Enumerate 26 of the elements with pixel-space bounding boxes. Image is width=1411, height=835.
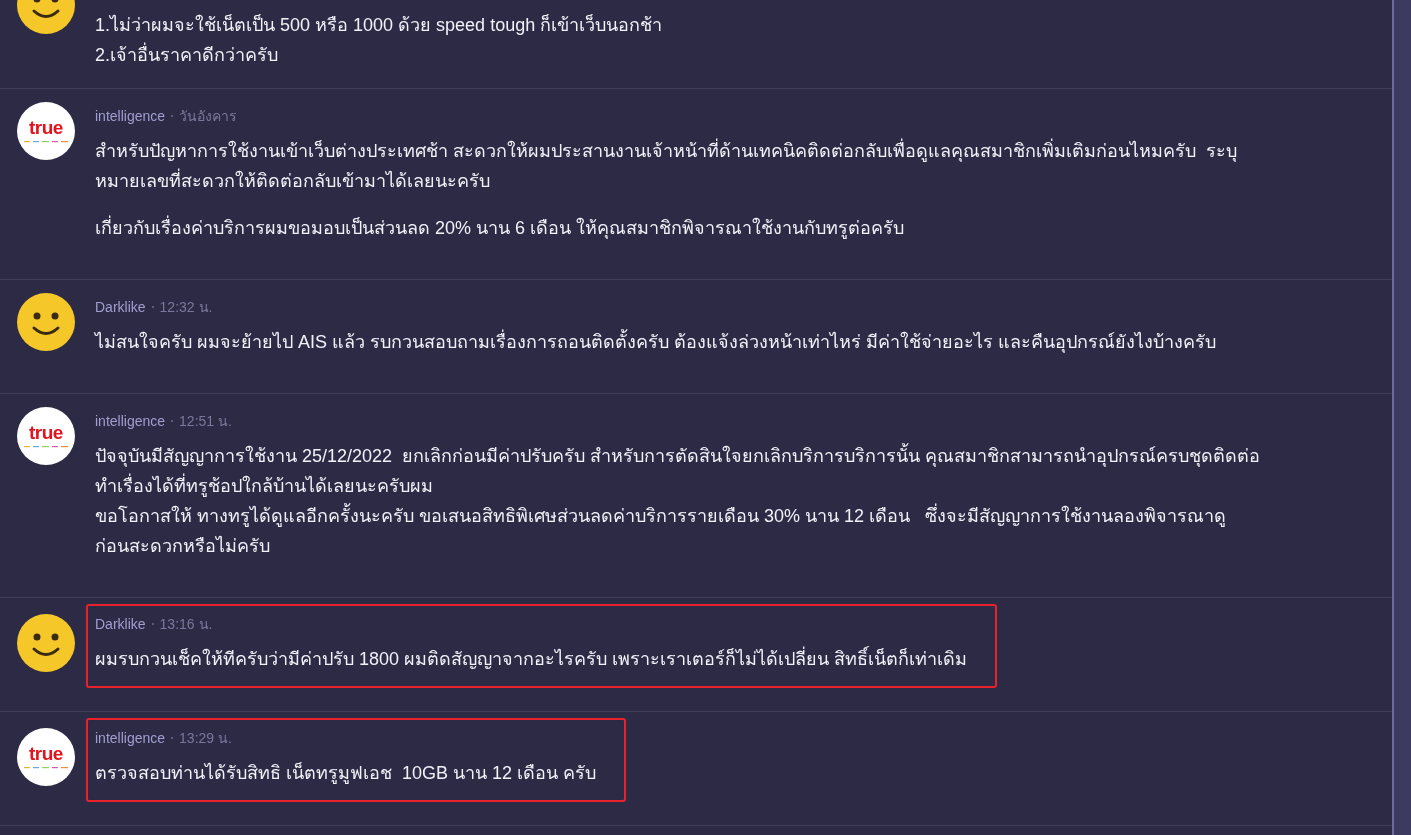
message-text: สำหรับปัญหาการใช้งานเข้าเว็บต่างประเทศช้า สะดวกให้ผมประสานงานเจ้าหน้าที่ด้านเทคนิคติดต่อกลับเพื่อดูแลคุณสมาชิกเพิ่มเติมก่อนไหมครับ ระบุ หมายเลขที่สะดวกให้ติดต่อกลับเข้ามาได้เลยนะครับ [95, 136, 1237, 196]
post-time: 13:29 น. [179, 729, 232, 748]
message-text: ปัจจุบันมีสัญญาการใช้งาน 25/12/2022 ยกเลิกก่อนมีค่าปรับครับ สำหรับการตัดสินใจยกเลิกบริการบริการนั้น คุณสมาชิกสามารถนำอุปกรณ์ครบชุดติดต่อ ทำเรื่องได้ที่ทรูช้อปใกล้บ้านได้เลยนะครับผม ขอโอกาสให้ ทางทรูได้ดูแลอีกครั้งนะครับ ขอเสนอสิทธิพิเศษส่วนลดค่าบริการรายเดือน 30% นาน 12 เดือน ซึ่งจะมีสัญญาการใช้งานลองพิจารณาดู ก่อนสะดวกหรือไม่ครับ [95, 441, 1261, 561]
message-text: ผมรบกวนเช็คให้ทีครับว่ามีค่าปรับ 1800 ผมติดสัญญาจากอะไรครับ เพราะเราเตอร์ก็ไม่ได้เปลี่ยน สิทธิ์เน็ตก็เท่าเดิม [95, 644, 968, 674]
message-text: ไม่สนใจครับ ผมจะย้ายไป AIS แล้ว รบกวนสอบถามเรื่องการถอนติดตั้งครับ ต้องแจ้งล่วงหน้าเท่าไหร่ มีค่าใช้จ่ายอะไร และคืนอุปกรณ์ยังไงบ้างครับ [95, 327, 1217, 357]
post-time: วันอังคาร [179, 107, 238, 126]
message-text: ตรวจสอบท่านได้รับสิทธิ เน็ตทรูมูฟเอช 10GB นาน 12 เดือน ครับ [95, 761, 597, 786]
colored-dashes-icon [24, 766, 68, 769]
colored-dashes-icon [24, 445, 68, 448]
post-time: 13:16 น. [159, 615, 213, 634]
message-text: 1.ไม่ว่าผมจะใช้เน็ตเป็น 500 หรือ 1000 ด้วย speed tough ก็เข้าเว็บนอกช้า 2.เจ้าอื่นราคาดีกว่าครับ [95, 13, 663, 67]
scrollbar[interactable] [1392, 0, 1411, 835]
brand-logo-text: true [29, 745, 63, 763]
post-time: 12:32 น. [159, 298, 213, 317]
author-name[interactable]: intelligence [95, 108, 166, 124]
brand-logo-text: true [29, 119, 63, 137]
message-text: เกี่ยวกับเรื่องค่าบริการผมขอมอบเป็นส่วนลด 20% นาน 6 เดือน ให้คุณสมาชิกพิจารณาใช้งานกับทรูต่อครับ [95, 213, 1237, 243]
colored-dashes-icon [24, 140, 68, 143]
author-name[interactable]: intelligence [95, 730, 166, 746]
smiley-avatar-icon [17, 293, 75, 351]
brand-logo-text: true [29, 424, 63, 442]
author-name[interactable]: Darklike [95, 299, 146, 315]
smiley-avatar-icon [17, 614, 75, 672]
post-time: 12:51 น. [179, 412, 232, 431]
author-name[interactable]: intelligence [95, 413, 166, 429]
author-name[interactable]: Darklike [95, 616, 146, 632]
